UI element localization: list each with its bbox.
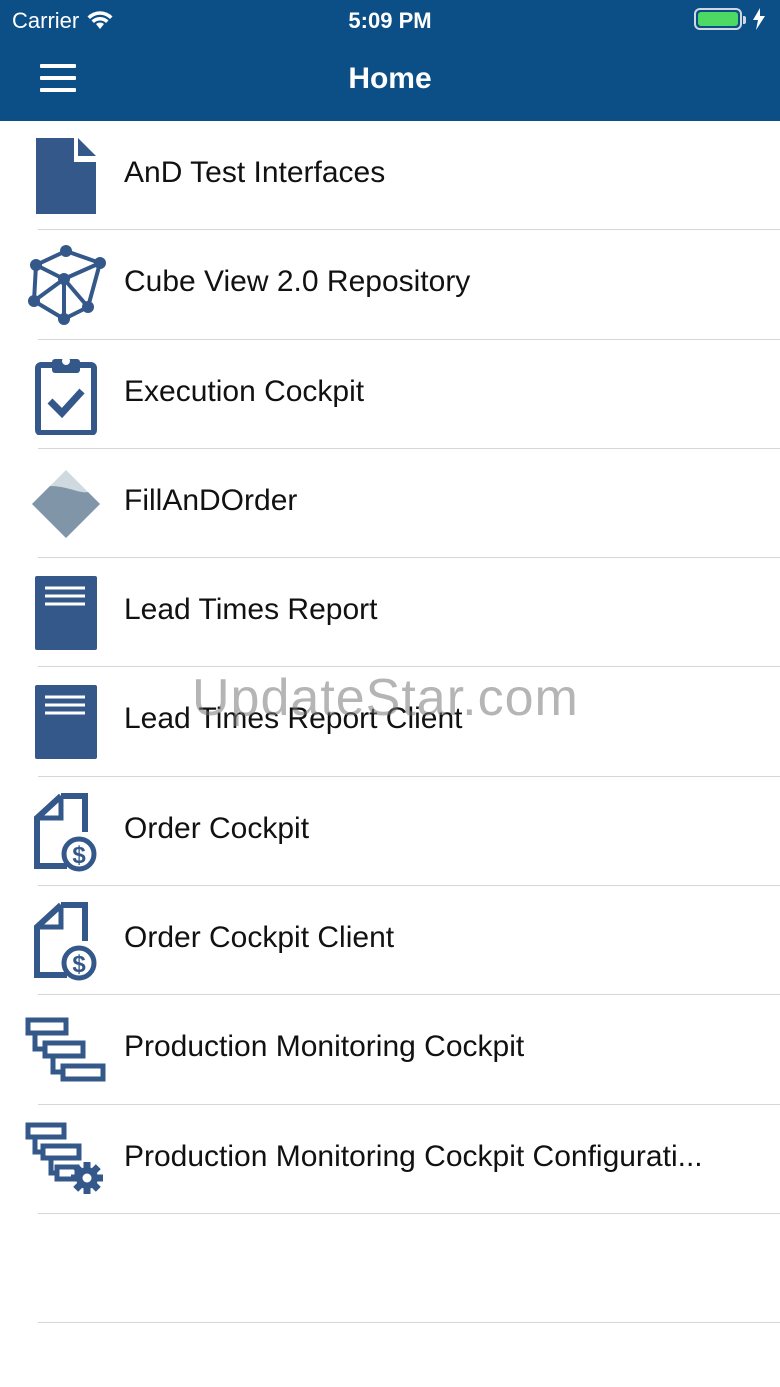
hierarchy-gear-icon xyxy=(24,1119,108,1201)
list-item[interactable]: $ Order Cockpit Client xyxy=(0,886,780,996)
list-item[interactable]: Production Monitoring Cockpit xyxy=(0,995,780,1105)
list-item-label: FillAnDOrder xyxy=(124,483,298,517)
bolt-icon xyxy=(753,8,765,30)
list-item[interactable]: Execution Cockpit xyxy=(0,340,780,450)
list-item-label: AnD Test Interfaces xyxy=(124,156,386,189)
list-item[interactable]: Production Monitoring Cockpit Configurat… xyxy=(0,1105,780,1215)
list-item-label: Cube View 2.0 Repository xyxy=(124,265,471,299)
report-icon xyxy=(24,681,108,763)
document-dollar-icon: $ xyxy=(24,900,108,982)
battery-icon xyxy=(694,8,746,30)
svg-text:$: $ xyxy=(72,842,86,869)
list-item[interactable]: FillAnDOrder xyxy=(0,449,780,559)
empty-list-row xyxy=(0,1214,780,1323)
page-title: Home xyxy=(348,62,432,95)
list-item-label: Order Cockpit Client xyxy=(124,921,395,955)
list-item-label: Order Cockpit xyxy=(124,811,310,845)
document-dollar-icon: $ xyxy=(24,791,108,873)
app-header: Carrier 5:09 PM Home xyxy=(0,0,780,121)
clipboard-check-icon xyxy=(24,354,108,436)
list-item-label: Lead Times Report xyxy=(124,593,378,627)
battery-indicator xyxy=(694,8,766,30)
app-list: AnD Test Interfaces Cube View 2.0 Reposi… xyxy=(0,121,780,1323)
list-item[interactable]: AnD Test Interfaces xyxy=(0,121,780,231)
battery-fill xyxy=(698,12,738,26)
report-icon xyxy=(24,572,108,654)
cube-network-icon xyxy=(24,244,108,326)
list-item[interactable]: Lead Times Report xyxy=(0,558,780,668)
list-item-label: Production Monitoring Cockpit xyxy=(124,1030,525,1064)
status-time: 5:09 PM xyxy=(348,8,432,33)
status-bar: Carrier 5:09 PM xyxy=(0,0,780,40)
list-item[interactable]: Lead Times Report Client xyxy=(0,667,780,778)
hierarchy-icon xyxy=(24,1009,108,1091)
document-icon xyxy=(24,135,108,217)
diamond-fill-icon xyxy=(24,463,108,545)
list-item-label: Execution Cockpit xyxy=(124,374,365,408)
list-item-label: Production Monitoring Cockpit Configurat… xyxy=(124,1139,703,1173)
list-item[interactable]: $ Order Cockpit xyxy=(0,777,780,887)
list-item[interactable]: Cube View 2.0 Repository xyxy=(0,230,780,340)
list-item-label: Lead Times Report Client xyxy=(124,702,463,736)
svg-text:$: $ xyxy=(72,951,86,978)
